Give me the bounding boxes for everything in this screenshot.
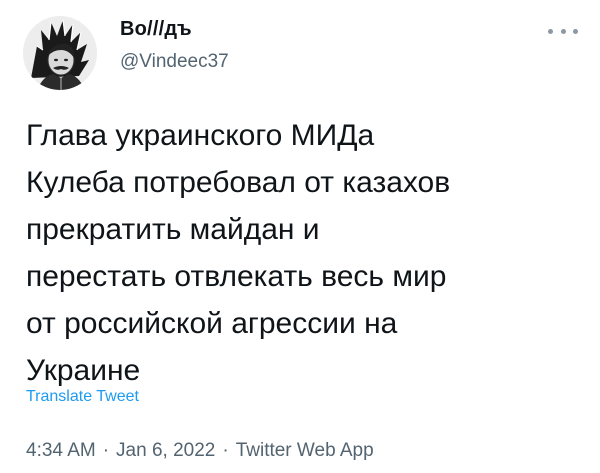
avatar[interactable] bbox=[23, 16, 97, 90]
more-dot bbox=[573, 28, 578, 34]
tweet-time[interactable]: 4:34 AM bbox=[26, 440, 96, 461]
tweet-card: Во///дъ @Vindeec37 Глава украинского МИД… bbox=[0, 0, 600, 473]
tweet-text-line: прекратить майдан и bbox=[26, 213, 320, 246]
more-dot bbox=[548, 28, 553, 34]
tweet-text-line: Кулеба потребовал от казахов bbox=[26, 166, 451, 199]
tweet-date[interactable]: Jan 6, 2022 bbox=[116, 440, 215, 461]
tweet-text: Глава украинского МИДа Кулеба потребовал… bbox=[26, 112, 586, 394]
meta-separator: · bbox=[102, 440, 110, 461]
translate-tweet-link[interactable]: Translate Tweet bbox=[26, 388, 139, 406]
tweet-text-line: Украине bbox=[26, 354, 141, 387]
tweet-source[interactable]: Twitter Web App bbox=[236, 440, 374, 461]
author-display-name[interactable]: Во///дъ bbox=[120, 18, 192, 41]
tweet-metadata: 4:34 AM · Jan 6, 2022 · Twitter Web App bbox=[26, 440, 374, 462]
meta-separator: · bbox=[222, 440, 229, 461]
avatar-portrait-icon bbox=[23, 16, 97, 90]
tweet-text-line: перестать отвлекать весь мир bbox=[26, 260, 447, 293]
author-handle[interactable]: @Vindeec37 bbox=[120, 51, 229, 73]
more-options-icon[interactable] bbox=[548, 20, 578, 42]
tweet-text-line: Глава украинского МИДа bbox=[26, 119, 375, 152]
tweet-text-line: от российской агрессии на bbox=[26, 307, 398, 340]
more-dot bbox=[560, 28, 566, 34]
